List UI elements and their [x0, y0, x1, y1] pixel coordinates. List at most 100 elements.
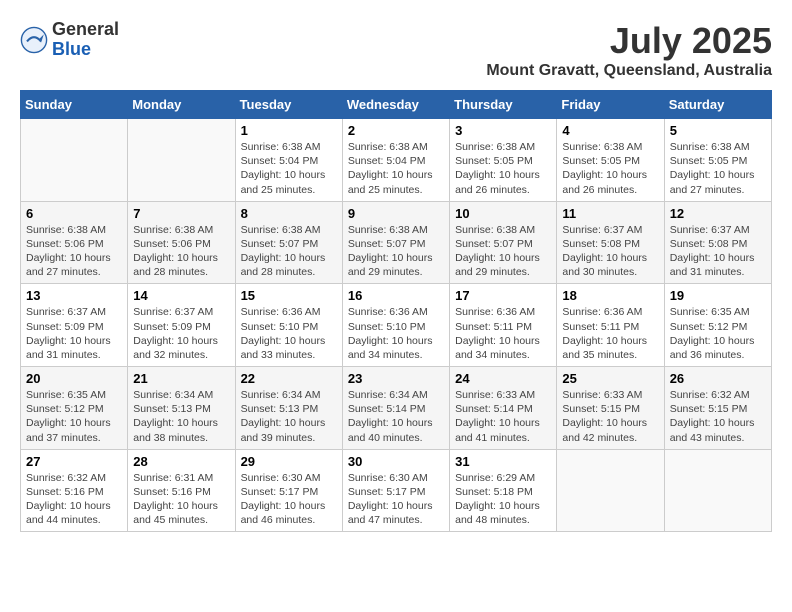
weekday-header-tuesday: Tuesday	[235, 91, 342, 119]
day-info: Sunrise: 6:38 AM Sunset: 5:07 PM Dayligh…	[455, 223, 551, 280]
week-row-1: 1 Sunrise: 6:38 AM Sunset: 5:04 PM Daylig…	[21, 119, 772, 202]
week-row-3: 13 Sunrise: 6:37 AM Sunset: 5:09 PM Dayli…	[21, 284, 772, 367]
day-number: 22	[241, 371, 337, 386]
day-info: Sunrise: 6:36 AM Sunset: 5:10 PM Dayligh…	[348, 305, 444, 362]
day-number: 25	[562, 371, 658, 386]
calendar-cell: 31Sunrise: 6:29 AM Sunset: 5:18 PM Dayli…	[450, 449, 557, 532]
day-info: Sunrise: 6:31 AM Sunset: 5:16 PM Dayligh…	[133, 471, 229, 528]
calendar: SundayMondayTuesdayWednesdayThursdayFrid…	[20, 90, 772, 532]
day-number: 11	[562, 206, 658, 221]
calendar-cell: 28 Sunrise: 6:31 AM Sunset: 5:16 PM Dayli…	[128, 449, 235, 532]
weekday-header-saturday: Saturday	[664, 91, 771, 119]
day-info: Sunrise: 6:35 AM Sunset: 5:12 PM Dayligh…	[26, 388, 122, 445]
logo-text: General Blue	[52, 20, 119, 60]
logo-general: General	[52, 20, 119, 40]
calendar-cell: 7 Sunrise: 6:38 AM Sunset: 5:06 PM Daylig…	[128, 201, 235, 284]
day-info: Sunrise: 6:34 AM Sunset: 5:13 PM Dayligh…	[241, 388, 337, 445]
calendar-cell	[21, 119, 128, 202]
day-number: 16	[348, 288, 444, 303]
calendar-cell: 3 Sunrise: 6:38 AM Sunset: 5:05 PM Daylig…	[450, 119, 557, 202]
calendar-cell: 2Sunrise: 6:38 AM Sunset: 5:04 PM Daylig…	[342, 119, 449, 202]
calendar-cell: 21 Sunrise: 6:34 AM Sunset: 5:13 PM Dayli…	[128, 367, 235, 450]
day-info: Sunrise: 6:38 AM Sunset: 5:04 PM Dayligh…	[241, 140, 337, 197]
day-number: 21	[133, 371, 229, 386]
day-number: 1	[241, 123, 337, 138]
day-info: Sunrise: 6:38 AM Sunset: 5:04 PM Dayligh…	[348, 140, 444, 197]
day-number: 4	[562, 123, 658, 138]
calendar-cell: 20 Sunrise: 6:35 AM Sunset: 5:12 PM Dayli…	[21, 367, 128, 450]
day-info: Sunrise: 6:32 AM Sunset: 5:15 PM Dayligh…	[670, 388, 766, 445]
day-number: 26	[670, 371, 766, 386]
logo: General Blue	[20, 20, 119, 60]
calendar-cell: 24Sunrise: 6:33 AM Sunset: 5:14 PM Dayli…	[450, 367, 557, 450]
weekday-header-wednesday: Wednesday	[342, 91, 449, 119]
day-info: Sunrise: 6:37 AM Sunset: 5:08 PM Dayligh…	[670, 223, 766, 280]
day-info: Sunrise: 6:36 AM Sunset: 5:11 PM Dayligh…	[562, 305, 658, 362]
day-number: 10	[455, 206, 551, 221]
page-header: General Blue July 2025 Mount Gravatt, Qu…	[20, 20, 772, 80]
day-number: 9	[348, 206, 444, 221]
weekday-header-row: SundayMondayTuesdayWednesdayThursdayFrid…	[21, 91, 772, 119]
calendar-cell: 30Sunrise: 6:30 AM Sunset: 5:17 PM Dayli…	[342, 449, 449, 532]
week-row-5: 27Sunrise: 6:32 AM Sunset: 5:16 PM Dayli…	[21, 449, 772, 532]
day-number: 17	[455, 288, 551, 303]
day-info: Sunrise: 6:38 AM Sunset: 5:06 PM Dayligh…	[133, 223, 229, 280]
title-area: July 2025 Mount Gravatt, Queensland, Aus…	[486, 20, 772, 80]
day-info: Sunrise: 6:36 AM Sunset: 5:11 PM Dayligh…	[455, 305, 551, 362]
location-title: Mount Gravatt, Queensland, Australia	[486, 62, 772, 80]
day-info: Sunrise: 6:29 AM Sunset: 5:18 PM Dayligh…	[455, 471, 551, 528]
day-number: 18	[562, 288, 658, 303]
day-info: Sunrise: 6:38 AM Sunset: 5:05 PM Dayligh…	[670, 140, 766, 197]
day-info: Sunrise: 6:37 AM Sunset: 5:08 PM Dayligh…	[562, 223, 658, 280]
calendar-cell: 23Sunrise: 6:34 AM Sunset: 5:14 PM Dayli…	[342, 367, 449, 450]
calendar-cell: 25 Sunrise: 6:33 AM Sunset: 5:15 PM Dayli…	[557, 367, 664, 450]
week-row-4: 20 Sunrise: 6:35 AM Sunset: 5:12 PM Dayli…	[21, 367, 772, 450]
calendar-cell: 18 Sunrise: 6:36 AM Sunset: 5:11 PM Dayli…	[557, 284, 664, 367]
day-info: Sunrise: 6:34 AM Sunset: 5:13 PM Dayligh…	[133, 388, 229, 445]
day-number: 8	[241, 206, 337, 221]
day-info: Sunrise: 6:35 AM Sunset: 5:12 PM Dayligh…	[670, 305, 766, 362]
day-number: 7	[133, 206, 229, 221]
calendar-cell: 15Sunrise: 6:36 AM Sunset: 5:10 PM Dayli…	[235, 284, 342, 367]
calendar-cell: 16 Sunrise: 6:36 AM Sunset: 5:10 PM Dayli…	[342, 284, 449, 367]
day-number: 3	[455, 123, 551, 138]
day-info: Sunrise: 6:37 AM Sunset: 5:09 PM Dayligh…	[133, 305, 229, 362]
day-info: Sunrise: 6:38 AM Sunset: 5:05 PM Dayligh…	[455, 140, 551, 197]
weekday-header-monday: Monday	[128, 91, 235, 119]
day-info: Sunrise: 6:32 AM Sunset: 5:16 PM Dayligh…	[26, 471, 122, 528]
day-info: Sunrise: 6:38 AM Sunset: 5:06 PM Dayligh…	[26, 223, 122, 280]
weekday-header-thursday: Thursday	[450, 91, 557, 119]
logo-blue: Blue	[52, 40, 119, 60]
calendar-cell: 22 Sunrise: 6:34 AM Sunset: 5:13 PM Dayli…	[235, 367, 342, 450]
day-info: Sunrise: 6:33 AM Sunset: 5:14 PM Dayligh…	[455, 388, 551, 445]
weekday-header-sunday: Sunday	[21, 91, 128, 119]
day-number: 6	[26, 206, 122, 221]
day-info: Sunrise: 6:37 AM Sunset: 5:09 PM Dayligh…	[26, 305, 122, 362]
calendar-cell	[664, 449, 771, 532]
day-number: 28	[133, 454, 229, 469]
day-number: 5	[670, 123, 766, 138]
calendar-cell: 17 Sunrise: 6:36 AM Sunset: 5:11 PM Dayli…	[450, 284, 557, 367]
day-info: Sunrise: 6:38 AM Sunset: 5:07 PM Dayligh…	[348, 223, 444, 280]
calendar-cell: 13 Sunrise: 6:37 AM Sunset: 5:09 PM Dayli…	[21, 284, 128, 367]
calendar-cell	[557, 449, 664, 532]
day-number: 13	[26, 288, 122, 303]
calendar-cell: 4 Sunrise: 6:38 AM Sunset: 5:05 PM Daylig…	[557, 119, 664, 202]
weekday-header-friday: Friday	[557, 91, 664, 119]
day-number: 23	[348, 371, 444, 386]
calendar-cell: 9 Sunrise: 6:38 AM Sunset: 5:07 PM Daylig…	[342, 201, 449, 284]
day-info: Sunrise: 6:33 AM Sunset: 5:15 PM Dayligh…	[562, 388, 658, 445]
calendar-cell: 10 Sunrise: 6:38 AM Sunset: 5:07 PM Dayli…	[450, 201, 557, 284]
logo-icon	[20, 26, 48, 54]
day-number: 30	[348, 454, 444, 469]
day-number: 12	[670, 206, 766, 221]
day-number: 20	[26, 371, 122, 386]
calendar-cell: 11 Sunrise: 6:37 AM Sunset: 5:08 PM Dayli…	[557, 201, 664, 284]
day-number: 14	[133, 288, 229, 303]
calendar-cell	[128, 119, 235, 202]
day-info: Sunrise: 6:30 AM Sunset: 5:17 PM Dayligh…	[241, 471, 337, 528]
day-info: Sunrise: 6:38 AM Sunset: 5:07 PM Dayligh…	[241, 223, 337, 280]
day-info: Sunrise: 6:38 AM Sunset: 5:05 PM Dayligh…	[562, 140, 658, 197]
day-number: 19	[670, 288, 766, 303]
calendar-cell: 6 Sunrise: 6:38 AM Sunset: 5:06 PM Daylig…	[21, 201, 128, 284]
